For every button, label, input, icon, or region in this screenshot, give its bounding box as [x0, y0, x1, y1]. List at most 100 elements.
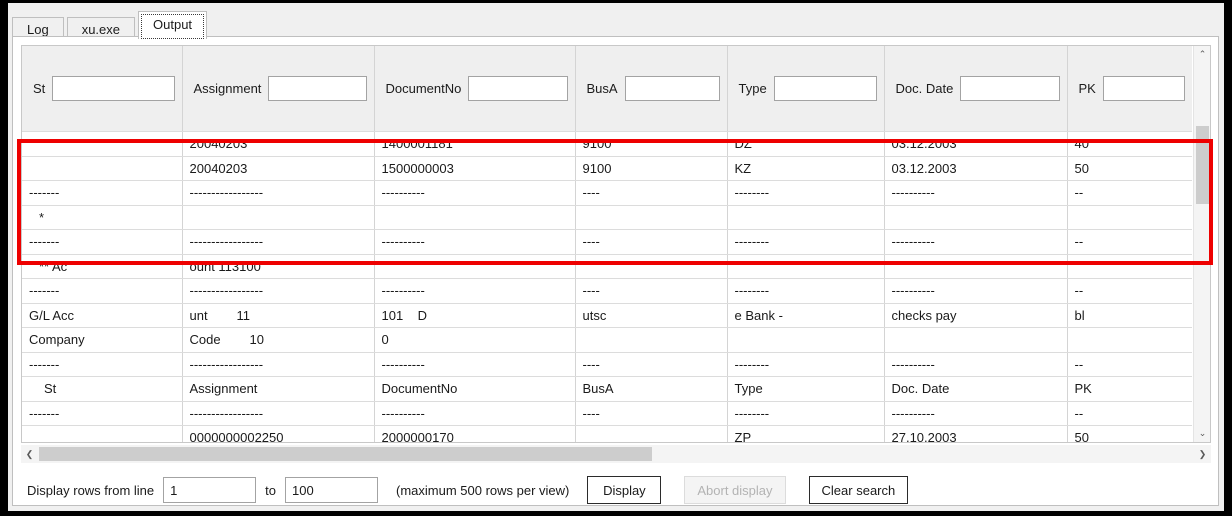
table-cell: BusA [575, 376, 728, 402]
table-cell: -- [1067, 401, 1192, 426]
table-cell: Type [727, 376, 885, 402]
scroll-down-icon[interactable]: ⌄ [1194, 425, 1210, 442]
table-cell [1067, 254, 1192, 279]
table-cell: ----------------- [182, 401, 375, 426]
grid-horizontal-scrollbar[interactable]: ❮ ❯ [21, 445, 1211, 463]
table-cell: ------- [22, 229, 183, 255]
column-header-type: Type [727, 46, 885, 132]
table-cell: ---------- [374, 401, 576, 426]
table-row[interactable]: Company Code 10 0 [22, 327, 1192, 353]
column-label-documentno: DocumentNo [385, 81, 462, 96]
table-cell: -------- [727, 352, 885, 377]
scroll-right-icon[interactable]: ❯ [1194, 445, 1211, 463]
table-cell: ---- [575, 180, 728, 206]
table-cell [1067, 205, 1192, 230]
table-cell: ---------- [884, 278, 1068, 304]
table-cell [884, 205, 1068, 230]
filter-input-busa[interactable] [624, 76, 720, 101]
grid-header-row: St Assignment DocumentNo BusA Type Doc. … [22, 46, 1192, 132]
table-cell: utsc [575, 303, 728, 328]
table-cell: Company [22, 327, 183, 353]
output-tab-panel: St Assignment DocumentNo BusA Type Doc. … [12, 36, 1219, 506]
column-label-assignment: Assignment [193, 81, 262, 96]
tab-log-label: Log [27, 22, 49, 37]
table-row[interactable]: ------- ----------------- ---------- ---- --… [22, 278, 1192, 304]
table-row[interactable]: ------- ----------------- ---------- ---- --… [22, 401, 1192, 426]
table-cell: ----------------- [182, 229, 375, 255]
to-line-input[interactable] [285, 477, 378, 503]
filter-input-documentno[interactable] [468, 76, 568, 101]
table-row[interactable]: * [22, 205, 1192, 230]
table-cell: ---- [575, 401, 728, 426]
table-cell: e Bank - [727, 303, 885, 328]
table-cell [575, 425, 728, 442]
clear-search-button[interactable]: Clear search [808, 476, 909, 504]
table-cell: -------- [727, 401, 885, 426]
table-cell: ---------- [884, 180, 1068, 206]
table-cell [727, 205, 885, 230]
output-window: Log xu.exe Output St Assignment Document… [8, 3, 1224, 511]
table-cell: ------- [22, 278, 183, 304]
filter-input-doc-date[interactable] [960, 76, 1060, 101]
table-cell: St [22, 376, 183, 402]
table-row[interactable]: ------- ----------------- ---------- ---- --… [22, 352, 1192, 377]
table-cell: -------- [727, 180, 885, 206]
grid-body: 20040203 1400001181 9100 DZ 03.12.2003 40 2004… [22, 131, 1192, 442]
max-rows-hint: (maximum 500 rows per view) [396, 482, 570, 498]
scroll-up-icon[interactable]: ⌃ [1194, 46, 1210, 63]
table-cell: 2000000170 [374, 425, 576, 442]
table-cell: ------- [22, 352, 183, 377]
table-row[interactable]: 0000000002250 2000000170 ZP 27.10.2003 50 [22, 425, 1192, 442]
table-cell [182, 205, 375, 230]
table-cell: 20040203 [182, 131, 375, 157]
column-label-type: Type [738, 81, 767, 96]
table-row[interactable]: 20040203 1400001181 9100 DZ 03.12.2003 40 [22, 131, 1192, 157]
tab-strip: Log xu.exe Output [8, 9, 210, 41]
to-label: to [265, 482, 276, 498]
table-cell [575, 205, 728, 230]
tab-output[interactable]: Output [138, 11, 208, 39]
from-line-input[interactable] [163, 477, 257, 503]
table-cell: ---------- [884, 352, 1068, 377]
table-cell: 0000000002250 [182, 425, 375, 442]
scroll-left-icon[interactable]: ❮ [21, 445, 38, 463]
horizontal-scroll-thumb[interactable] [39, 447, 652, 461]
table-cell: ---------- [884, 229, 1068, 255]
table-cell: 50 [1067, 425, 1192, 442]
table-row[interactable]: G/L Acc unt 11 101 Dutsc e Bank - checks pay… [22, 303, 1192, 328]
filter-input-type[interactable] [773, 76, 877, 101]
table-row[interactable]: St Assignment DocumentNo BusA Type Doc. Date P… [22, 376, 1192, 402]
table-cell [884, 327, 1068, 353]
table-cell: Doc. Date [884, 376, 1068, 402]
table-row[interactable]: 20040203 1500000003 9100 KZ 03.12.2003 50 [22, 156, 1192, 181]
table-row[interactable]: ------- ----------------- ---------- ---- --… [22, 229, 1192, 255]
display-controls-bar: Display rows from line to (maximum 500 r… [13, 469, 1218, 511]
data-grid-table: St Assignment DocumentNo BusA Type Doc. … [22, 46, 1192, 442]
table-cell: DZ [727, 131, 885, 157]
tab-output-label: Output [153, 17, 193, 32]
table-cell: PK [1067, 376, 1192, 402]
column-label-busa: BusA [586, 81, 618, 96]
display-button[interactable]: Display [587, 476, 662, 504]
filter-input-pk[interactable] [1102, 76, 1185, 101]
table-cell: * [22, 205, 183, 230]
table-cell: ----------------- [182, 352, 375, 377]
vertical-scroll-thumb[interactable] [1196, 126, 1209, 204]
table-row[interactable]: ** Ac ount 113100 [22, 254, 1192, 279]
table-cell: ------- [22, 401, 183, 426]
filter-input-st[interactable] [52, 76, 175, 101]
grid-vertical-scrollbar[interactable]: ⌃ ⌄ [1193, 46, 1210, 442]
table-cell: -- [1067, 278, 1192, 304]
table-cell: ----------------- [182, 278, 375, 304]
table-cell: 40 [1067, 131, 1192, 157]
table-cell: bl [1067, 303, 1192, 328]
filter-input-assignment[interactable] [268, 76, 367, 101]
column-label-pk: PK [1078, 81, 1096, 96]
column-label-doc-date: Doc. Date [895, 81, 954, 96]
table-row[interactable]: ------- ----------------- ---------- ---- --… [22, 180, 1192, 206]
column-header-assignment: Assignment [182, 46, 375, 132]
table-cell: -- [1067, 352, 1192, 377]
table-cell: 27.10.2003 [884, 425, 1068, 442]
table-cell: 03.12.2003 [884, 131, 1068, 157]
column-header-doc-date: Doc. Date [884, 46, 1068, 132]
